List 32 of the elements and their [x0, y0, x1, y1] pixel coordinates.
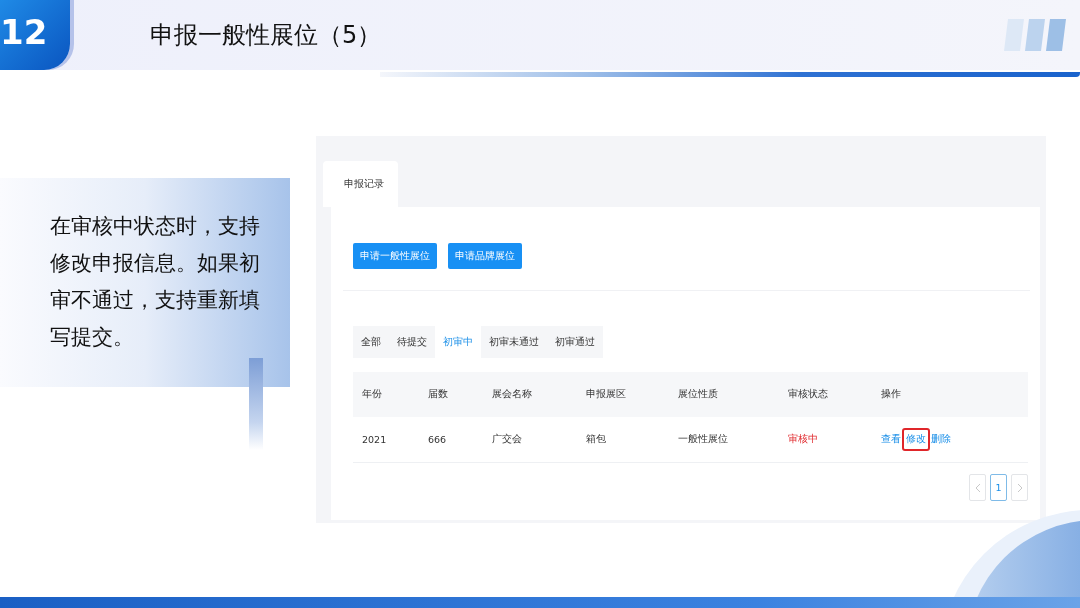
column-header: 展会名称: [491, 388, 533, 401]
page-button[interactable]: 1: [990, 474, 1007, 501]
table-cell-text: 广交会: [491, 433, 523, 446]
action-link[interactable]: 删除: [931, 433, 951, 446]
action-link[interactable]: 修改: [906, 433, 926, 444]
apply-button[interactable]: 申请品牌展位: [448, 243, 522, 269]
previous-page-button[interactable]: [969, 474, 986, 501]
filter-tab[interactable]: 初审未通过: [481, 326, 547, 358]
next-page-button[interactable]: [1011, 474, 1028, 501]
column-header: 年份: [361, 388, 383, 401]
table-cell-text: 箱包: [585, 433, 607, 446]
column-header: 展位性质: [677, 388, 719, 401]
column-header: 届数: [427, 388, 449, 401]
action-link[interactable]: 查看: [881, 433, 901, 446]
apply-button[interactable]: 申请一般性展位: [353, 243, 437, 269]
status-text: 审核中: [788, 433, 818, 444]
callout-text: 在审核中状态时，支持修改申报信息。如果初审不通过，支持重新填写提交。: [50, 213, 261, 351]
table-cell-text: 2021: [361, 434, 388, 445]
slide-title: 申报一般性展位（5）: [150, 20, 383, 51]
stripes-icon: [1004, 19, 1066, 51]
filter-tab[interactable]: 全部: [353, 326, 389, 358]
table-cell-text: 666: [427, 434, 448, 445]
records-tab[interactable]: 申报记录: [323, 161, 398, 207]
filter-tab[interactable]: 初审通过: [547, 326, 603, 358]
column-header: 审核状态: [787, 388, 829, 401]
filter-tab[interactable]: 初审中: [435, 326, 481, 358]
column-header: 申报展区: [585, 388, 627, 401]
chevron-right-icon: [1016, 482, 1023, 493]
filter-tab[interactable]: 待提交: [389, 326, 435, 358]
table-cell-text: 一般性展位: [677, 433, 729, 446]
chevron-left-icon: [974, 482, 981, 493]
column-header: 操作: [880, 388, 902, 401]
